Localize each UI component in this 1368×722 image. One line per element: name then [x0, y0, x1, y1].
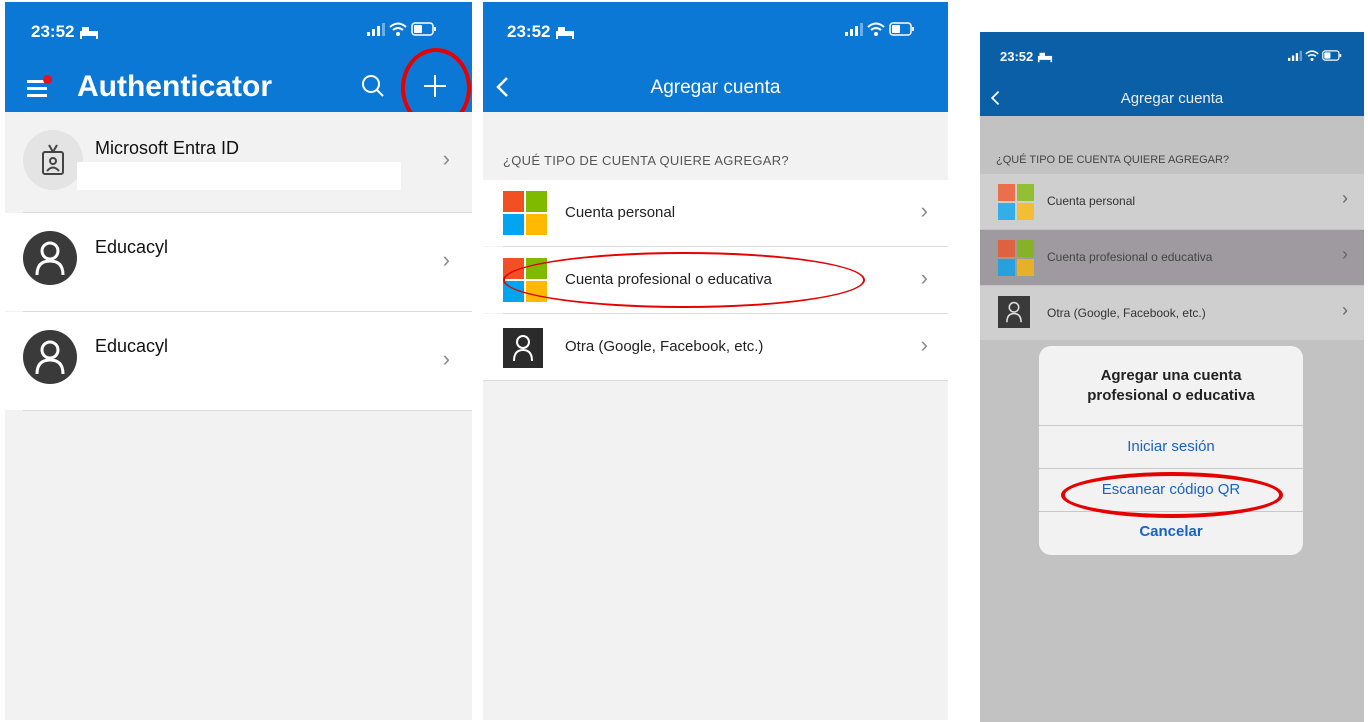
microsoft-logo-icon	[998, 240, 1034, 276]
chevron-right-icon: ›	[920, 332, 928, 357]
wifi-icon	[867, 22, 885, 36]
person-icon	[23, 231, 77, 285]
action-dialog: Agregar una cuenta profesional o educati…	[1039, 346, 1303, 555]
account-item[interactable]: Educacyl ›	[5, 312, 472, 410]
status-icons	[1288, 50, 1342, 61]
battery-icon	[889, 22, 914, 36]
divider	[23, 410, 472, 411]
bed-icon	[80, 26, 99, 39]
status-icons	[367, 22, 437, 36]
option-label: Cuenta personal	[1047, 194, 1136, 208]
signal-icon	[845, 23, 863, 36]
highlight-ellipse-qr	[1061, 472, 1283, 518]
add-account-screen: 23:52 Agregar cuenta ¿QUÉ TIPO DE CUENTA…	[483, 2, 948, 720]
person-icon	[503, 328, 543, 368]
option-label: Otra (Google, Facebook, etc.)	[565, 338, 764, 355]
chevron-right-icon: ›	[442, 247, 450, 272]
battery-icon	[1322, 50, 1342, 61]
account-name: Educacyl	[95, 336, 169, 356]
option-label: Otra (Google, Facebook, etc.)	[1047, 306, 1206, 320]
status-time: 23:52	[31, 22, 99, 42]
bed-icon	[1037, 52, 1052, 63]
option-label: Cuenta personal	[565, 204, 676, 221]
option-label: Cuenta profesional o educativa	[1047, 250, 1213, 264]
sign-in-button[interactable]: Iniciar sesión	[1039, 426, 1303, 468]
search-icon[interactable]	[361, 74, 385, 98]
chevron-right-icon: ›	[442, 346, 450, 371]
bed-icon	[556, 26, 575, 39]
dialog-title: Agregar una cuenta profesional o educati…	[1087, 367, 1255, 404]
chevron-right-icon: ›	[442, 146, 450, 171]
account-item[interactable]: Educacyl ›	[5, 213, 472, 311]
chevron-right-icon: ›	[920, 198, 928, 223]
person-icon	[998, 296, 1030, 328]
highlight-ellipse-work	[503, 252, 865, 308]
microsoft-logo-icon	[998, 184, 1034, 220]
chevron-right-icon: ›	[1342, 188, 1348, 208]
microsoft-logo-icon	[503, 191, 547, 235]
badge-avatar	[23, 130, 83, 190]
option-personal: Cuenta personal ›	[980, 174, 1364, 229]
signal-icon	[367, 23, 385, 36]
signal-icon	[1288, 50, 1302, 61]
notification-dot	[43, 75, 52, 84]
page-title: Agregar cuenta	[650, 77, 781, 98]
id-badge-icon	[42, 144, 64, 175]
cancel-button[interactable]: Cancelar	[1039, 512, 1303, 554]
hamburger-menu-icon[interactable]	[27, 75, 52, 98]
account-name: Microsoft Entra ID	[95, 138, 240, 158]
app-header: 23:52 Agregar cuenta	[980, 32, 1364, 116]
option-other: Otra (Google, Facebook, etc.) ›	[980, 286, 1364, 340]
option-personal[interactable]: Cuenta personal ›	[483, 180, 948, 246]
section-header: ¿QUÉ TIPO DE CUENTA QUIERE AGREGAR?	[503, 153, 789, 168]
page-title: Agregar cuenta	[1120, 90, 1224, 107]
chevron-right-icon: ›	[1342, 300, 1348, 320]
battery-icon	[411, 22, 436, 36]
chevron-right-icon: ›	[920, 265, 928, 290]
status-time: 23:52	[1000, 49, 1053, 64]
option-work-school: Cuenta profesional o educativa ›	[980, 230, 1364, 285]
app-title: Authenticator	[77, 70, 272, 103]
status-icons	[845, 22, 915, 36]
divider	[483, 380, 948, 381]
wifi-icon	[389, 22, 407, 36]
person-icon	[23, 330, 77, 384]
status-time: 23:52	[507, 22, 575, 42]
wifi-icon	[1305, 50, 1319, 61]
redacted-field	[77, 162, 401, 190]
account-item[interactable]: Microsoft Entra ID ›	[5, 112, 472, 212]
account-name: Educacyl	[95, 237, 169, 257]
section-header: ¿QUÉ TIPO DE CUENTA QUIERE AGREGAR?	[996, 154, 1230, 166]
option-other[interactable]: Otra (Google, Facebook, etc.) ›	[483, 314, 948, 380]
add-account-dialog-screen: 23:52 Agregar cuenta ¿QUÉ TIPO DE CUENTA…	[980, 32, 1364, 722]
app-header: 23:52 Agregar cuenta	[483, 2, 948, 112]
authenticator-screen: 23:52 Authenticator Microsoft Entra ID ›	[5, 2, 472, 720]
chevron-right-icon: ›	[1342, 244, 1348, 264]
